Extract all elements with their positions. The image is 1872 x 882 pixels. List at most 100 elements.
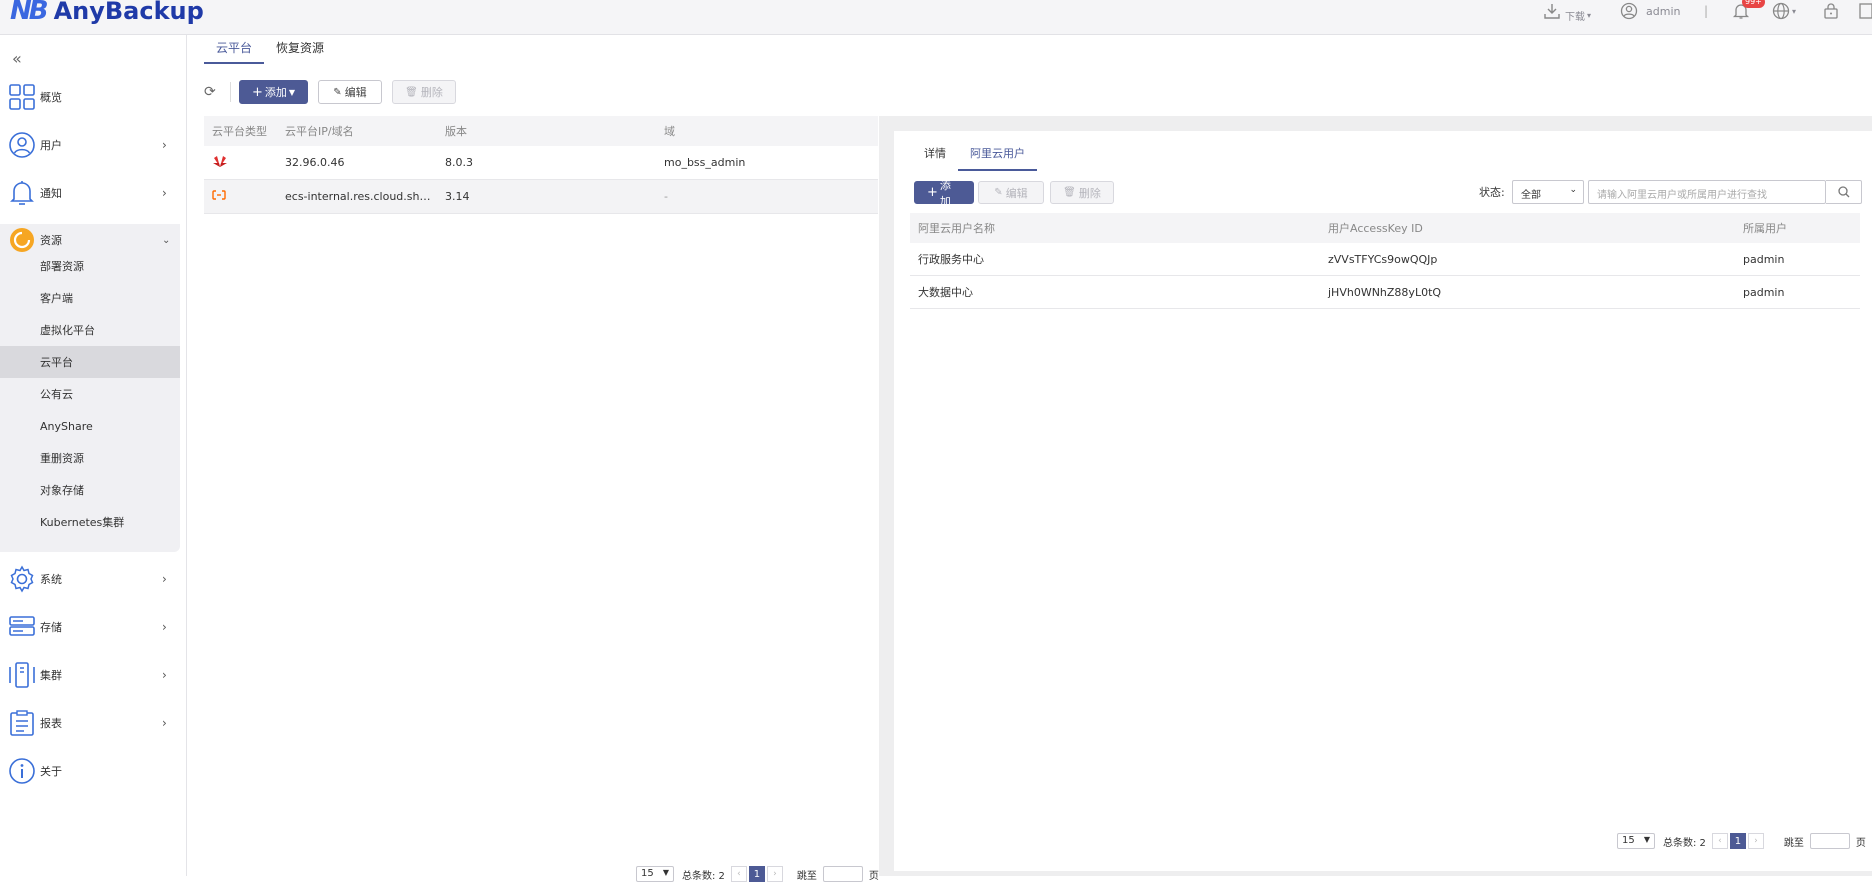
gear-icon [10, 565, 34, 593]
chevron-down-icon: ▾ [1792, 6, 1797, 16]
delete-button-label: 删除 [420, 86, 443, 99]
sidebar-item-about[interactable]: 关于 [0, 747, 180, 795]
add-button[interactable]: + 添加 ▼ [239, 80, 308, 104]
aliyun-user-name: 行政服务中心 [918, 253, 984, 266]
sidebar-item-system[interactable]: 系统 › [0, 555, 180, 603]
access-key-id: jHVh0WNhZ88yL0tQ [1328, 285, 1442, 299]
table-row[interactable]: ecs-internal.res.cloud.shmh··· 3.14 - [204, 180, 878, 214]
add-aliyun-user-button[interactable]: + 添加 [914, 179, 974, 208]
language-menu[interactable]: ▾ [1772, 0, 1796, 22]
trash-icon: 🗑 [1063, 187, 1076, 198]
edit-button[interactable]: ✎ 编辑 [318, 80, 382, 104]
prev-page-button[interactable]: ‹ [730, 866, 747, 882]
table-row[interactable]: 大数据中心 jHVh0WNhZ88yL0tQ padmin [910, 276, 1860, 309]
caret-down-icon: ▼ [288, 87, 296, 97]
aliyun-user-name: 大数据中心 [918, 286, 973, 299]
sidebar-item-notifications[interactable]: 通知 › [0, 169, 180, 217]
sidebar-item-storage[interactable]: 存储 › [0, 603, 180, 651]
sidebar-subitem-dedup-resources[interactable]: 重删资源 [0, 442, 180, 474]
page-size-select[interactable]: 15 ▼ [1617, 833, 1655, 849]
table-header: 阿里云用户名称 用户AccessKey ID 所属用户 [910, 213, 1860, 243]
detail-pagination: 15 ▼ 总条数: 2 ‹ 1 › 跳至 页 [1617, 833, 1866, 849]
next-page-button[interactable]: › [1747, 833, 1764, 849]
sidebar-group-resources: 资源 ⌄ 部署资源 客户端 虚拟化平台 云平台 公有云 AnyShare 重删资… [0, 224, 180, 552]
page-suffix: 页 [1855, 837, 1866, 849]
cloud-version: 8.0.3 [445, 156, 473, 169]
sidebar-item-cluster[interactable]: 集群 › [0, 651, 180, 699]
sidebar-item-label: 集群 [40, 669, 62, 682]
username: admin [1646, 4, 1681, 18]
sidebar-item-label: 报表 [40, 717, 62, 730]
sidebar-subitem-kubernetes[interactable]: Kubernetes集群 [0, 506, 180, 538]
chevron-right-icon: › [162, 668, 167, 682]
next-page-button[interactable]: › [766, 866, 783, 882]
delete-button-label: 删除 [1078, 186, 1101, 200]
notification-button[interactable]: 99+ [1732, 0, 1765, 22]
delete-aliyun-user-button[interactable]: 🗑 删除 [1050, 181, 1114, 204]
cloud-host: ecs-internal.res.cloud.shmh··· [285, 190, 437, 203]
refresh-icon[interactable]: ⟳ [204, 84, 220, 100]
chevron-right-icon: › [162, 186, 167, 200]
tab-aliyun-users[interactable]: 阿里云用户 [958, 141, 1037, 171]
table-header: 云平台类型 云平台IP/域名 版本 域 [204, 116, 878, 146]
user-icon [9, 132, 35, 158]
user-menu[interactable]: admin [1620, 0, 1680, 22]
goto-page-input[interactable] [1809, 833, 1850, 849]
table-row[interactable]: 32.96.0.46 8.0.3 mo_bss_admin [204, 146, 878, 180]
aliyun-user-search-input[interactable]: 请输入阿里云用户或所属用户进行查找 [1588, 180, 1826, 204]
storage-icon [9, 616, 35, 636]
sidebar-item-reports[interactable]: 报表 › [0, 699, 180, 747]
tab-details[interactable]: 详情 [912, 141, 958, 171]
main-tabs: 云平台 恢复资源 [204, 36, 336, 64]
sidebar-item-label: 用户 [40, 139, 62, 152]
huawei-logo-icon [204, 154, 277, 171]
header-separator: | [1704, 4, 1709, 18]
sidebar: « 概览 用户 › 通知 › 资源 ⌄ 部署资源 客户端 虚拟化平台 云平台 公… [0, 35, 187, 876]
sidebar-item-users[interactable]: 用户 › [0, 121, 180, 169]
owner-user: padmin [1743, 285, 1785, 299]
sidebar-subitem-virtualization[interactable]: 虚拟化平台 [0, 314, 180, 346]
table-row[interactable]: 行政服务中心 zVVsTFYCs9owQQJp padmin [910, 243, 1860, 276]
sidebar-subitem-cloud-platform[interactable]: 云平台 [0, 346, 180, 378]
column-header: 阿里云用户名称 [918, 222, 995, 235]
cloud-domain: mo_bss_admin [664, 156, 746, 169]
cluster-icon [9, 662, 35, 688]
goto-page-input[interactable] [822, 866, 863, 882]
chevron-down-icon: ⌄ [162, 234, 171, 246]
detail-toolbar: + 添加 ✎ 编辑 🗑 删除 [914, 179, 1118, 208]
lock-button[interactable] [1822, 0, 1840, 22]
sidebar-item-label: 系统 [40, 573, 62, 586]
sidebar-subitem-anyshare[interactable]: AnyShare [0, 410, 180, 442]
page-size-select[interactable]: 15 ▼ [636, 866, 674, 882]
column-header: 云平台IP/域名 [285, 125, 354, 138]
current-page[interactable]: 1 [1729, 833, 1746, 849]
delete-button[interactable]: 🗑 删除 [392, 80, 456, 104]
plus-icon: + [927, 185, 938, 200]
sidebar-subitem-object-storage[interactable]: 对象存储 [0, 474, 180, 506]
app-logo[interactable]: NB AnyBackup [10, 0, 204, 26]
top-bar: NB AnyBackup 下载 ▾ admin | 99+ ▾ [0, 0, 1872, 35]
download-menu[interactable]: 下载 ▾ [1543, 0, 1591, 23]
collapse-sidebar-icon[interactable]: « [12, 49, 22, 68]
user-circle-icon [1620, 2, 1638, 20]
owner-user: padmin [1743, 252, 1785, 266]
tab-cloud-platform[interactable]: 云平台 [204, 36, 265, 64]
search-button[interactable] [1826, 180, 1862, 204]
prev-page-button[interactable]: ‹ [1711, 833, 1728, 849]
grid-icon [9, 84, 35, 110]
column-header: 版本 [445, 125, 467, 138]
sidebar-subitem-clients[interactable]: 客户端 [0, 282, 180, 314]
current-page[interactable]: 1 [748, 866, 765, 882]
sidebar-item-overview[interactable]: 概览 [0, 73, 180, 121]
edit-button-label: 编辑 [344, 86, 367, 99]
status-filter-select[interactable]: 全部 ⌄ [1512, 180, 1584, 204]
search-icon [1838, 186, 1850, 198]
sidebar-subitem-deploy-resources[interactable]: 部署资源 [0, 250, 180, 282]
main-toolbar: ⟳ + 添加 ▼ ✎ 编辑 🗑 删除 [204, 80, 466, 104]
edit-button-label: 编辑 [1005, 186, 1028, 200]
sidebar-item-label: 关于 [40, 765, 62, 778]
exit-button[interactable] [1858, 0, 1872, 22]
tab-restore-resources[interactable]: 恢复资源 [264, 36, 336, 64]
edit-aliyun-user-button[interactable]: ✎ 编辑 [978, 181, 1044, 204]
sidebar-subitem-public-cloud[interactable]: 公有云 [0, 378, 180, 410]
